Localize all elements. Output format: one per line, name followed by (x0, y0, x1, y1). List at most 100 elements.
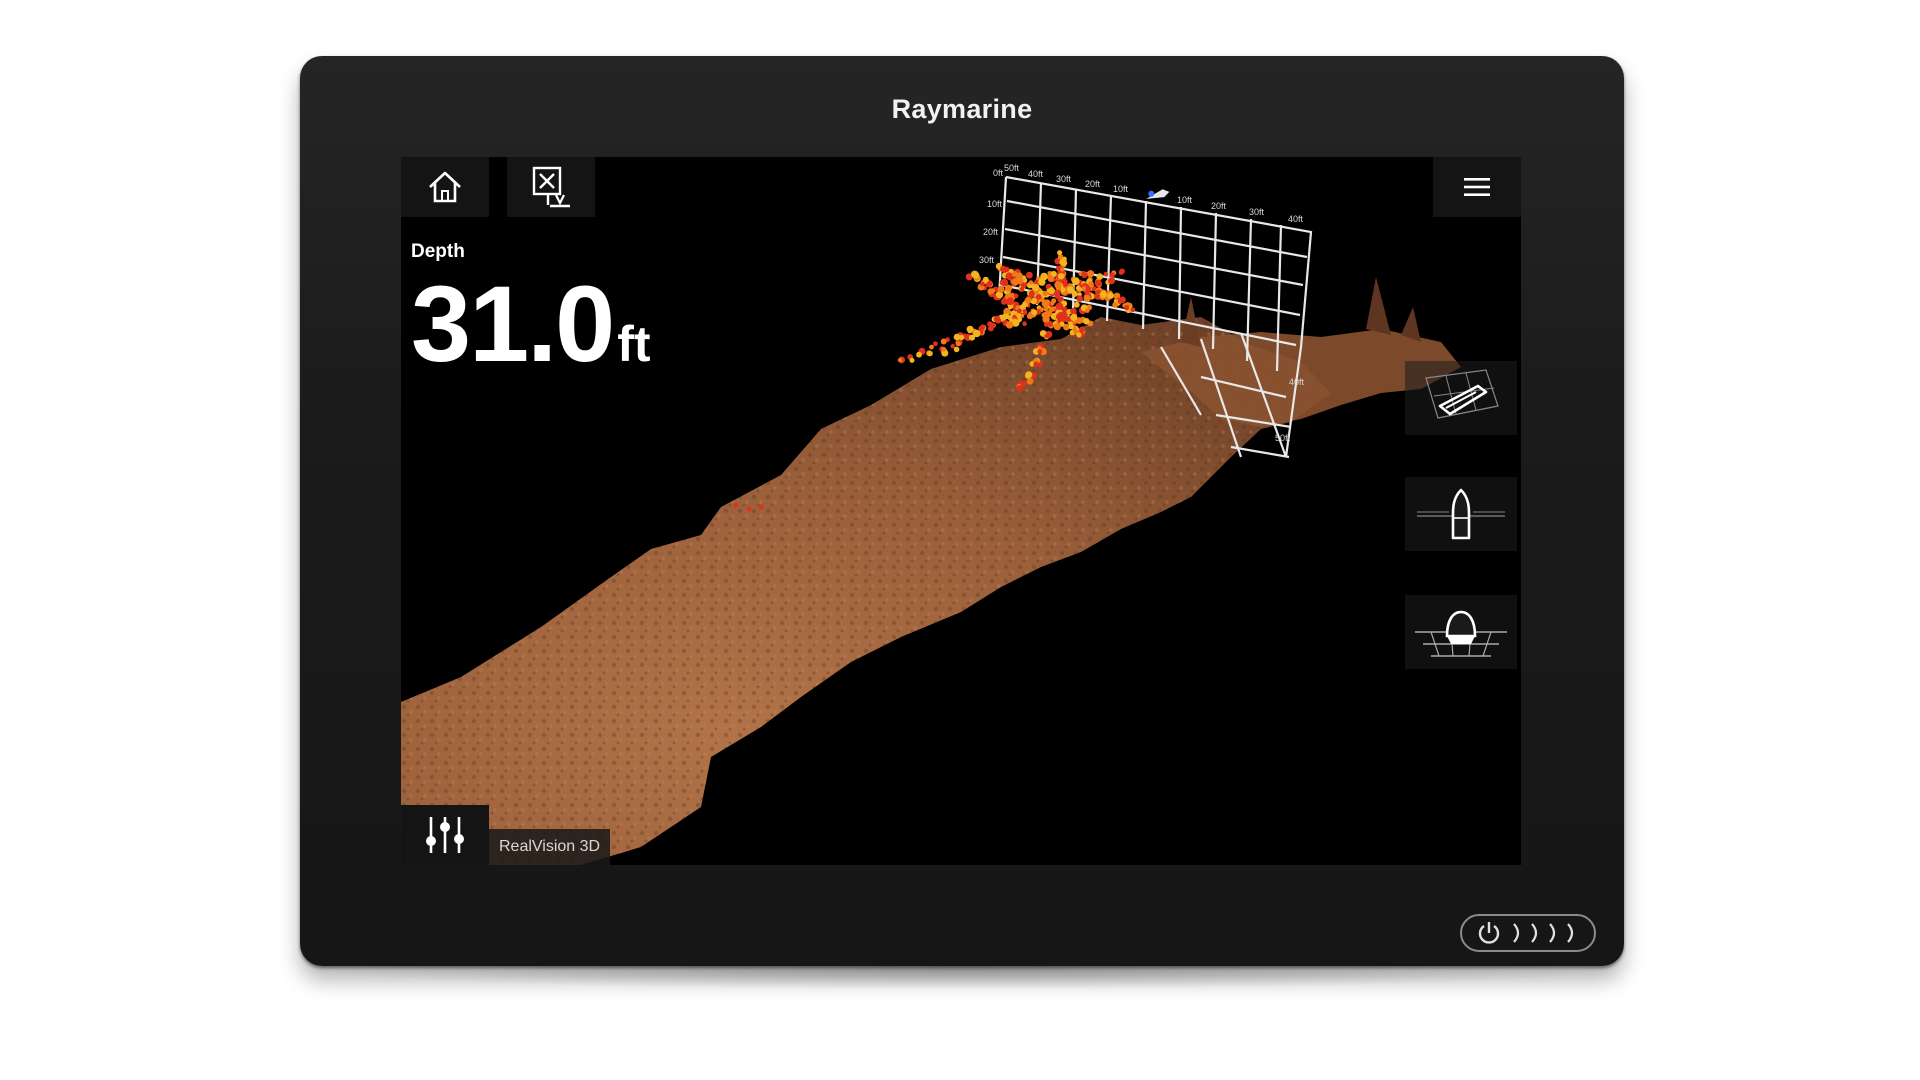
depth-value: 31.0 (411, 263, 615, 384)
top-view-button[interactable] (1405, 477, 1517, 551)
sonar-target-dot (1057, 312, 1065, 320)
sonar-target-dot (980, 324, 985, 329)
sonar-target-dot (1019, 287, 1025, 292)
touch-indicator-icon (1513, 923, 1574, 943)
sonar-target-dot (1041, 299, 1047, 304)
iso-view-boat-icon (1425, 369, 1499, 419)
sonar-screen[interactable]: 0ft 50ft 40ft 30ft 20ft 10ft 10ft 20ft 3… (401, 157, 1521, 865)
sonar-target-dot (979, 281, 985, 287)
sonar-target-dot (997, 285, 1005, 293)
sonar-target-dot (1033, 361, 1039, 367)
sonar-target-dot (1028, 280, 1034, 285)
sonar-target-dot (940, 338, 947, 345)
depth-readout: 31.0ft (411, 261, 651, 386)
sonar-target-dot (1005, 321, 1014, 329)
sonar-target-dot (1043, 306, 1049, 312)
sonar-target-dot (929, 344, 934, 350)
sonar-target-dot (933, 341, 938, 347)
grid-label: 0ft (993, 168, 1004, 178)
sonar-target-dot (1013, 293, 1019, 299)
brand-logo: Raymarine (891, 94, 1033, 124)
sliders-icon (426, 817, 464, 853)
sonar-target-dot (1042, 315, 1050, 324)
sonar-target-dot (1130, 307, 1136, 313)
home-icon (429, 171, 461, 203)
chartplotter-device: Raymarine 0ft 50ft 40ft 30ft 20ft 10ft 1… (300, 56, 1624, 966)
grid-label: 30ft (1056, 174, 1072, 184)
drop-waypoint-button[interactable] (507, 157, 595, 217)
home-button[interactable] (401, 157, 489, 217)
sonar-target-dot (1025, 371, 1033, 379)
grid-label: 30ft (1249, 207, 1265, 217)
sonar-target-dot (953, 333, 961, 341)
sonar-target-dot (987, 325, 994, 332)
sonar-target-dot (1022, 321, 1027, 326)
sonar-target-dot (1076, 332, 1082, 338)
sonar-target-dot (1084, 308, 1090, 313)
sonar-target-dot (955, 341, 961, 347)
grid-label: 20ft (983, 227, 999, 237)
sonar-target-dot (897, 357, 903, 363)
sonar-target-dot (1037, 349, 1043, 354)
sonar-mode-label: RealVision 3D (489, 829, 611, 865)
grid-label: 10ft (987, 199, 1003, 209)
grid-label: 10ft (1177, 195, 1193, 205)
sonar-target-dot (1055, 302, 1064, 310)
sonar-target-dot (1006, 297, 1015, 306)
sonar-target-dot (1000, 298, 1008, 305)
front-view-button[interactable] (1405, 595, 1517, 669)
sonar-target-dot (990, 288, 996, 293)
sonar-target-dot (950, 343, 956, 349)
sonar-target-dot (1108, 277, 1116, 285)
sonar-target-dot (1017, 308, 1022, 314)
sonar-target-dot (1117, 299, 1123, 304)
grid-label: 20ft (1211, 201, 1227, 211)
sonar-target-dot (1050, 301, 1055, 306)
sonar-target-dot (1081, 271, 1088, 278)
sonar-target-dot (1094, 279, 1102, 287)
front-view-boat-icon (1415, 610, 1507, 657)
sonar-target-dot (1124, 305, 1130, 311)
iso-view-button[interactable] (1405, 361, 1517, 435)
sonar-target-dot (971, 270, 979, 278)
menu-button[interactable] (1433, 157, 1521, 217)
grid-label: 30ft (979, 255, 995, 265)
sonar-target-dot (1068, 323, 1075, 330)
sonar-target-dot (1016, 385, 1023, 392)
sonar-target-dot (1119, 268, 1125, 275)
sonar-target-dot (1070, 307, 1077, 315)
sonar-target-dot (941, 347, 946, 352)
sonar-target-dot (909, 357, 915, 363)
sonar-target-dot (733, 502, 739, 508)
boat-position-icon (1146, 189, 1170, 199)
top-view-boat-icon (1417, 488, 1505, 540)
grid-label: 50ft (1004, 163, 1020, 173)
sonar-target-dot (1075, 285, 1081, 291)
sonar-target-dot (1088, 281, 1094, 287)
sonar-target-dot (1004, 309, 1009, 314)
sonar-target-dot (1062, 256, 1067, 262)
grid-label: 20ft (1085, 179, 1101, 189)
sonar-target-dot (1099, 290, 1107, 298)
sonar-target-dot (1038, 278, 1046, 286)
power-button-strip[interactable] (1460, 914, 1596, 952)
sonar-target-dot (1047, 275, 1055, 282)
sonar-target-dot (1054, 281, 1062, 289)
depth-unit: ft (617, 316, 651, 372)
sonar-target-dot (1109, 272, 1115, 278)
sonar-target-dot (1083, 294, 1091, 302)
sonar-target-dot (1076, 295, 1083, 302)
sonar-target-dot (1086, 288, 1091, 293)
sonar-target-dot (1036, 294, 1042, 300)
sonar-target-dot (1060, 267, 1065, 272)
depth-label: Depth (411, 241, 465, 262)
sonar-target-dot (966, 325, 974, 333)
sonar-target-dot (1047, 287, 1055, 295)
sonar-target-dot (1026, 271, 1033, 279)
sonar-target-dot (1060, 287, 1066, 292)
sonar-target-dot (1112, 302, 1118, 308)
sonar-target-dot (999, 279, 1006, 286)
sonar-target-dot (1044, 333, 1049, 339)
power-icon (1478, 922, 1500, 944)
sonar-settings-button[interactable] (401, 805, 489, 865)
